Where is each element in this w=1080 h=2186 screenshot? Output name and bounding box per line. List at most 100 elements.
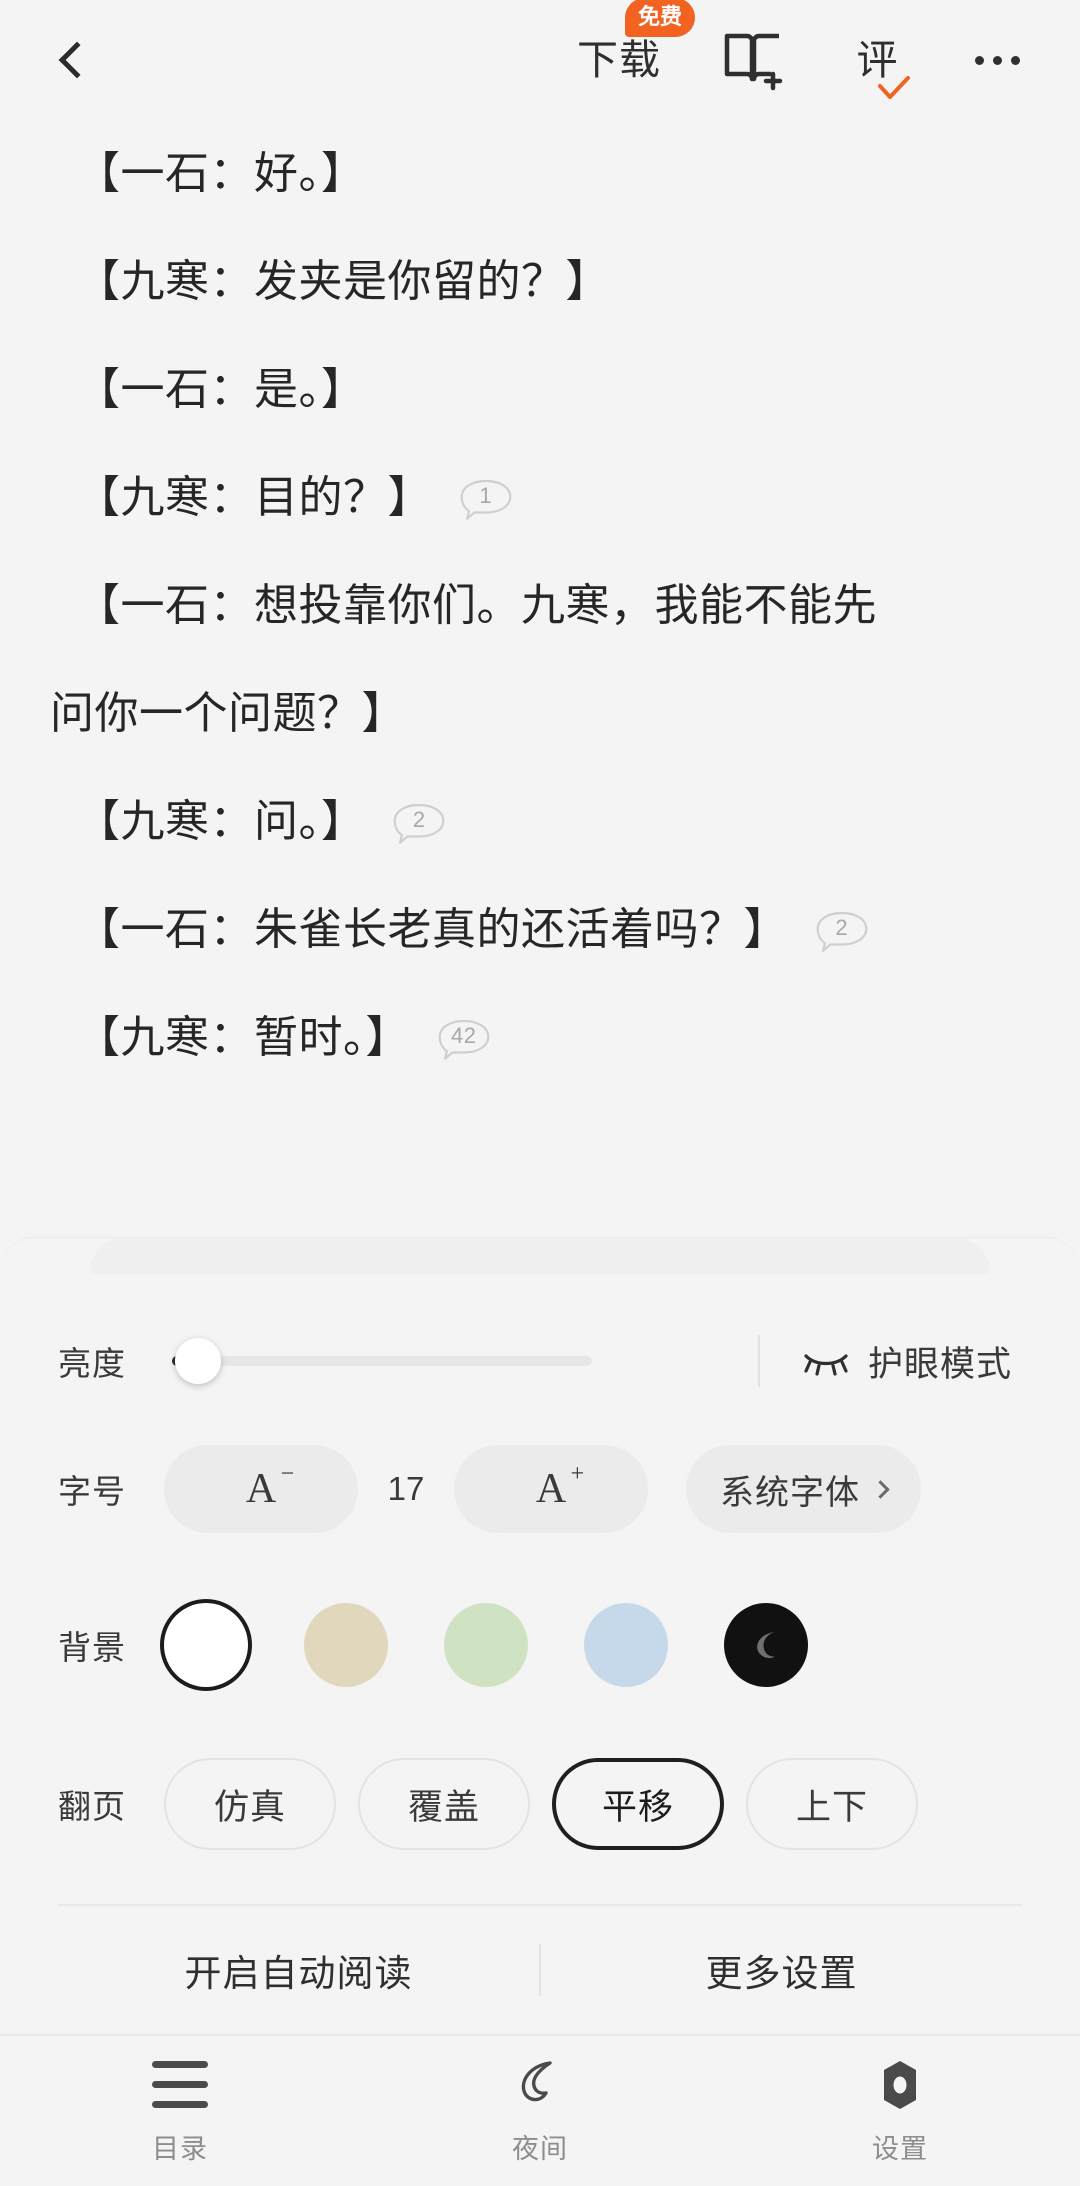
font-family-label: 系统字体 <box>720 1473 860 1512</box>
paragraph: 【一石：朱雀长老真的还活着吗？】 2 <box>50 876 1030 984</box>
download-label: 下载 <box>577 36 661 83</box>
paragraph-text: 【一石：想投靠你们。九寒，我能不能先 <box>76 581 877 630</box>
paragraph-text: 【九寒：目的？】 <box>76 473 432 522</box>
paragraph: 【九寒：问。】 2 <box>50 768 1030 876</box>
nav-item-settings[interactable]: 设置 <box>720 2057 1080 2166</box>
reader-paragraphs: 【一石：好。】 【九寒：发夹是你留的？】 【一石：是。】 【九寒：目的？】 1 … <box>50 120 1030 1092</box>
fontsize-row: 字号 A − 17 A + 系统字体 <box>58 1414 1022 1564</box>
paragraph-text: 【一石：好。】 <box>76 149 366 198</box>
eyecare-label: 护眼模式 <box>867 1344 1012 1384</box>
more-dots-icon <box>1011 55 1020 65</box>
brightness-row: 亮度 护眼模式 <box>58 1274 1022 1414</box>
background-swatch-blue[interactable] <box>584 1603 668 1687</box>
review-button[interactable]: 评 <box>845 24 910 99</box>
background-swatch-green[interactable] <box>444 1603 528 1687</box>
paragraph-text: 【九寒：问。】 <box>76 797 366 846</box>
nav-label-catalog: 目录 <box>152 2133 208 2164</box>
chevron-right-icon <box>871 1479 890 1499</box>
auto-read-button[interactable]: 开启自动阅读 <box>58 1943 539 1997</box>
pageturn-option-slide[interactable]: 平移 <box>552 1758 724 1850</box>
pageturn-row: 翻页 仿真 覆盖 平移 上下 <box>58 1726 1022 1882</box>
eyecare-toggle[interactable]: 护眼模式 <box>802 1336 1022 1387</box>
panel-handle <box>90 1238 990 1274</box>
comment-count: 2 <box>412 807 426 832</box>
paragraph: 【一石：好。】 <box>50 120 1030 228</box>
nav-label-settings: 设置 <box>872 2133 928 2164</box>
paragraph: 【九寒：暂时。】 42 <box>50 984 1030 1092</box>
comment-bubble-button[interactable]: 1 <box>459 478 513 520</box>
paragraph-continued: 问你一个问题？】 <box>50 660 1030 768</box>
comment-count: 2 <box>835 915 849 940</box>
background-swatch-night[interactable] <box>724 1603 808 1687</box>
back-chevron-icon <box>58 41 96 79</box>
brightness-label: 亮度 <box>58 1345 126 1382</box>
nav-label-night: 夜间 <box>512 2133 568 2164</box>
font-increase-button[interactable]: A + <box>454 1445 648 1533</box>
review-label: 评 <box>856 36 898 83</box>
panel-actions: 开启自动阅读 更多设置 <box>58 1906 1022 2034</box>
paragraph: 【九寒：目的？】 1 <box>50 444 1030 552</box>
background-swatches <box>164 1603 1022 1687</box>
pageturn-options: 仿真 覆盖 平移 上下 <box>164 1758 1022 1850</box>
comment-bubble-button[interactable]: 2 <box>392 802 446 844</box>
comment-bubble-button[interactable]: 42 <box>437 1018 491 1060</box>
moon-icon <box>757 1632 775 1659</box>
fontsize-value: 17 <box>387 1470 425 1507</box>
fontsize-label: 字号 <box>58 1473 126 1510</box>
comment-bubble-button[interactable]: 2 <box>815 910 869 952</box>
free-badge: 免费 <box>624 0 695 37</box>
download-button[interactable]: 下载 免费 <box>577 0 695 96</box>
settings-panel-body: 亮度 护眼模式 字号 A − 17 A + 系统字体 背景 翻页 仿真 覆盖 平… <box>0 1274 1080 2034</box>
review-wrap: 评 <box>845 24 910 99</box>
brightness-slider[interactable] <box>164 1338 758 1384</box>
font-decrease-sup: − <box>280 1461 295 1487</box>
pageturn-option-cover[interactable]: 覆盖 <box>358 1758 530 1850</box>
paragraph: 【九寒：发夹是你留的？】 <box>50 228 1030 336</box>
pageturn-option-simulate[interactable]: 仿真 <box>164 1758 336 1850</box>
background-row: 背景 <box>58 1564 1022 1726</box>
paragraph-text: 问你一个问题？】 <box>50 689 406 738</box>
reader-content[interactable]: 【一石：好。】 【九寒：发夹是你留的？】 【一石：是。】 【九寒：目的？】 1 … <box>0 120 1080 1238</box>
paragraph: 【一石：想投靠你们。九寒，我能不能先 <box>50 552 1030 660</box>
font-decrease-label: A <box>245 1466 277 1512</box>
pageturn-label: 翻页 <box>58 1788 126 1825</box>
font-increase-sup: + <box>570 1461 585 1487</box>
more-dots-icon <box>975 55 984 65</box>
font-decrease-button[interactable]: A − <box>164 1445 358 1533</box>
fontsize-controls: A − 17 A + 系统字体 <box>164 1445 1022 1533</box>
paragraph-text: 【一石：朱雀长老真的还活着吗？】 <box>76 905 788 954</box>
more-button[interactable] <box>969 24 1026 96</box>
paragraph: 【一石：是。】 <box>50 336 1030 444</box>
add-to-bookshelf-icon <box>724 33 783 91</box>
back-button[interactable] <box>40 27 106 93</box>
orange-check-icon <box>878 76 910 99</box>
more-settings-button[interactable]: 更多设置 <box>541 1943 1022 1997</box>
background-swatch-white[interactable] <box>164 1603 248 1687</box>
nav-item-night[interactable]: 夜间 <box>360 2057 720 2166</box>
top-bar: 下载 免费 评 <box>0 0 1080 120</box>
font-family-picker[interactable]: 系统字体 <box>686 1445 921 1533</box>
reader-screen: 下载 免费 评 【一石：好。】 【九寒：发夹是你留的？】 【一石：是。】 【九寒… <box>0 0 1080 2186</box>
paragraph-text: 【九寒：发夹是你留的？】 <box>76 257 610 306</box>
background-label: 背景 <box>58 1629 126 1666</box>
font-increase-label: A <box>535 1466 567 1512</box>
add-to-bookshelf-button[interactable] <box>721 24 785 96</box>
list-menu-icon <box>152 2061 208 2108</box>
bottom-nav: 目录 夜间 设置 <box>0 2034 1080 2186</box>
background-swatch-beige[interactable] <box>304 1603 388 1687</box>
brightness-slider-thumb[interactable] <box>175 1338 221 1384</box>
brightness-slider-track[interactable] <box>172 1338 592 1384</box>
settings-panel: 亮度 护眼模式 字号 A − 17 A + 系统字体 背景 翻页 仿真 覆盖 平… <box>0 1238 1080 2034</box>
divider <box>757 1335 760 1387</box>
gear-icon <box>884 2060 916 2109</box>
pageturn-option-vertical[interactable]: 上下 <box>746 1758 918 1850</box>
more-dots-icon <box>993 55 1002 65</box>
comment-count: 1 <box>479 483 493 508</box>
paragraph-text: 【一石：是。】 <box>76 365 366 414</box>
top-actions: 下载 免费 评 <box>577 0 1034 99</box>
comment-count: 42 <box>450 1023 477 1048</box>
paragraph-text: 【九寒：暂时。】 <box>76 1013 410 1062</box>
closed-eye-icon <box>804 1354 848 1376</box>
moon-icon <box>521 2060 552 2101</box>
nav-item-catalog[interactable]: 目录 <box>0 2057 360 2166</box>
